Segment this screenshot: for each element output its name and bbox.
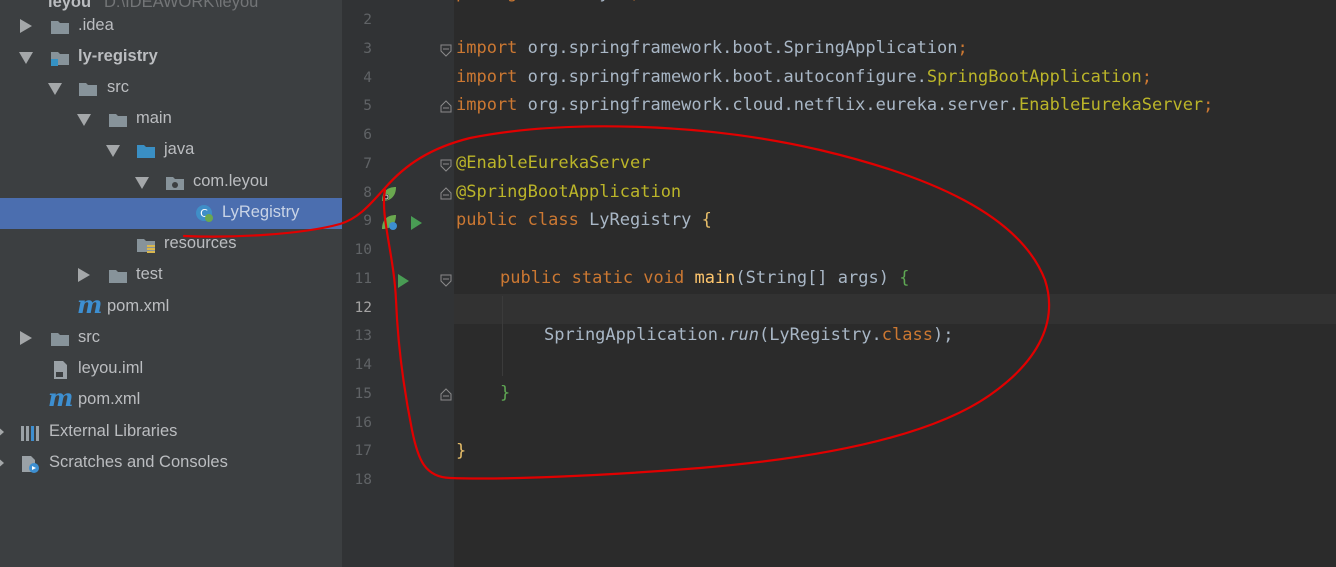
red-annotation-circle — [182, 125, 1051, 480]
